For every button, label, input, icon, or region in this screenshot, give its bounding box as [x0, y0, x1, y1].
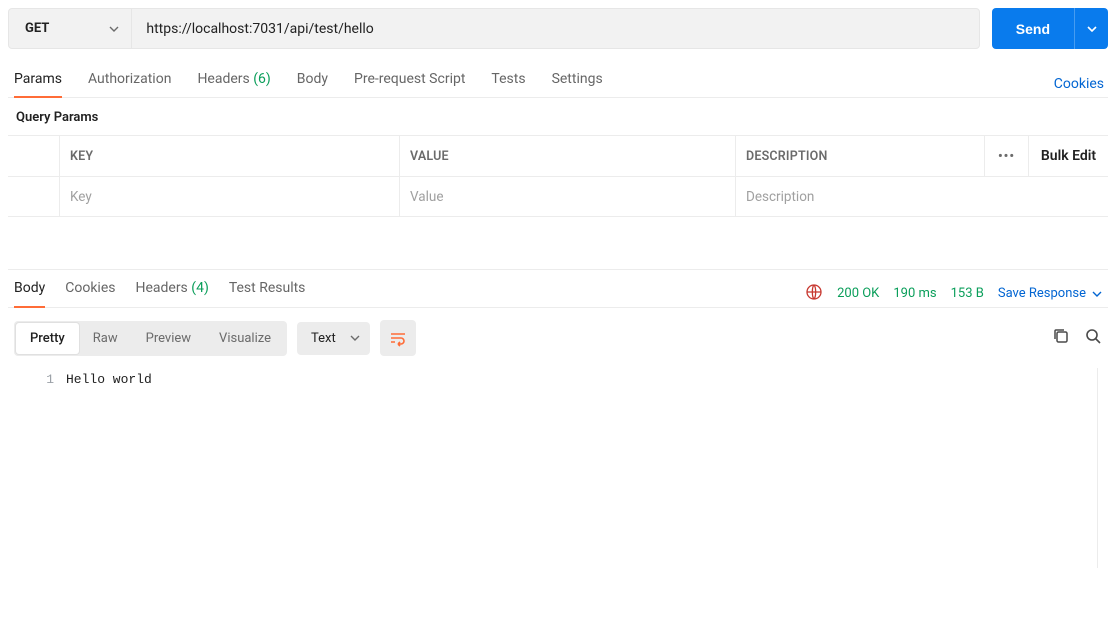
chevron-down-icon — [1087, 26, 1097, 32]
bulk-edit-button[interactable]: Bulk Edit — [1028, 136, 1108, 176]
search-response-button[interactable] — [1084, 327, 1102, 349]
headers-count-badge: (6) — [253, 71, 271, 87]
copy-response-button[interactable] — [1052, 327, 1070, 349]
response-body-viewer[interactable]: 1 Hello world — [8, 368, 1098, 568]
copy-icon — [1052, 327, 1070, 345]
params-header-value: VALUE — [400, 136, 736, 176]
response-tab-cookies[interactable]: Cookies — [65, 280, 115, 307]
params-more-menu[interactable]: ••• — [984, 136, 1028, 176]
param-description-input[interactable]: Description — [736, 177, 984, 216]
view-pretty-button[interactable]: Pretty — [16, 323, 79, 354]
view-visualize-button[interactable]: Visualize — [205, 323, 285, 354]
param-value-input[interactable]: Value — [400, 177, 736, 216]
response-size: 153 B — [951, 286, 984, 301]
params-checkbox-header — [8, 136, 60, 176]
response-tab-headers[interactable]: Headers (4) — [135, 280, 208, 307]
send-button-label: Send — [1016, 21, 1050, 37]
response-body-text: Hello world — [66, 368, 152, 568]
response-headers-count-badge: (4) — [191, 280, 209, 296]
tab-prerequest[interactable]: Pre-request Script — [354, 71, 465, 97]
response-tab-body[interactable]: Body — [14, 280, 45, 308]
tab-settings[interactable]: Settings — [552, 71, 603, 97]
send-dropdown-button[interactable] — [1074, 8, 1108, 49]
response-time: 190 ms — [893, 286, 936, 301]
params-header-key: KEY — [60, 136, 400, 176]
chevron-down-icon — [350, 335, 360, 341]
response-view-group: Pretty Raw Preview Visualize — [14, 321, 287, 356]
more-horizontal-icon: ••• — [998, 149, 1015, 164]
tab-headers[interactable]: Headers (6) — [197, 71, 270, 97]
line-number: 1 — [8, 368, 66, 568]
tab-body[interactable]: Body — [297, 71, 328, 97]
cookies-link[interactable]: Cookies — [1054, 76, 1104, 92]
response-format-select[interactable]: Text — [297, 322, 370, 355]
search-icon — [1084, 327, 1102, 345]
response-status-code: 200 OK — [837, 286, 879, 301]
request-url-input[interactable]: https://localhost:7031/api/test/hello — [132, 9, 978, 48]
wrap-lines-icon — [389, 329, 407, 347]
globe-network-icon[interactable] — [805, 283, 823, 305]
param-row-checkbox[interactable] — [8, 177, 60, 216]
param-key-input[interactable]: Key — [60, 177, 400, 216]
http-method-label: GET — [25, 21, 49, 36]
params-header-description: DESCRIPTION — [736, 136, 984, 176]
chevron-down-icon — [1092, 291, 1102, 297]
wrap-lines-button[interactable] — [380, 320, 416, 356]
http-method-select[interactable]: GET — [9, 9, 132, 48]
response-tab-test-results[interactable]: Test Results — [229, 280, 306, 307]
tab-tests[interactable]: Tests — [491, 71, 525, 97]
query-params-heading: Query Params — [16, 110, 1108, 125]
save-response-button[interactable]: Save Response — [998, 286, 1102, 301]
view-raw-button[interactable]: Raw — [79, 323, 132, 354]
tab-authorization[interactable]: Authorization — [88, 71, 171, 97]
view-preview-button[interactable]: Preview — [132, 323, 205, 354]
tab-params[interactable]: Params — [14, 71, 62, 98]
send-button[interactable]: Send — [992, 8, 1074, 49]
chevron-down-icon — [109, 26, 119, 32]
request-url-value: https://localhost:7031/api/test/hello — [146, 21, 373, 37]
